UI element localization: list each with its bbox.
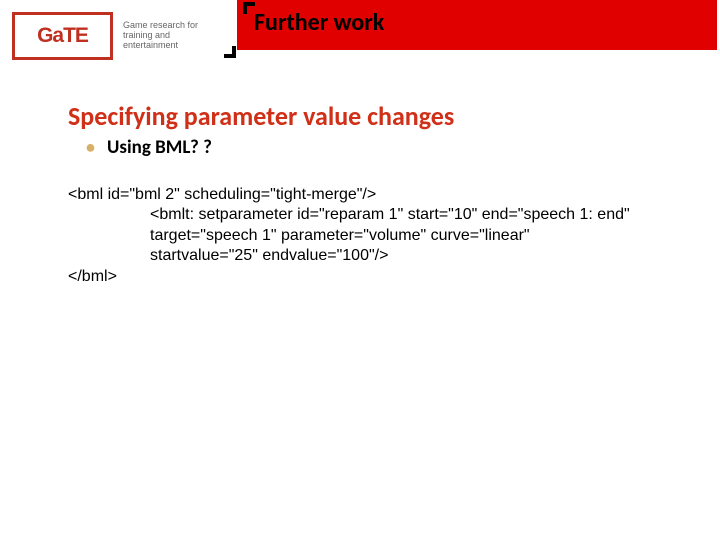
logo-tagline: Game research for training and entertain… [123, 21, 203, 51]
bullet-dot-icon: • [86, 138, 95, 156]
slide-header: GaTE Game research for training and ente… [0, 0, 720, 70]
logo-area: GaTE Game research for training and ente… [12, 12, 203, 60]
code-line-1: <bml id="bml 2" scheduling="tight-merge"… [68, 185, 688, 205]
bullet-item: • Using BML? ? [86, 136, 688, 159]
code-line-2: <bmlt: setparameter id="reparam 1" start… [68, 205, 688, 225]
code-block: <bml id="bml 2" scheduling="tight-merge"… [68, 185, 688, 287]
slide-content: Specifying parameter value changes • Usi… [68, 100, 688, 287]
code-line-4: startvalue="25" endvalue="100"/> [68, 246, 688, 266]
corner-decoration-br [224, 46, 236, 58]
logo-text: GaTE [37, 24, 88, 48]
code-line-3: target="speech 1" parameter="volume" cur… [68, 226, 688, 246]
bullet-text: Using BML? ? [107, 136, 212, 159]
section-title: Specifying parameter value changes [68, 100, 688, 132]
logo-box: GaTE [12, 12, 113, 60]
banner-title: Further work [254, 8, 384, 37]
code-line-5: </bml> [68, 267, 688, 287]
